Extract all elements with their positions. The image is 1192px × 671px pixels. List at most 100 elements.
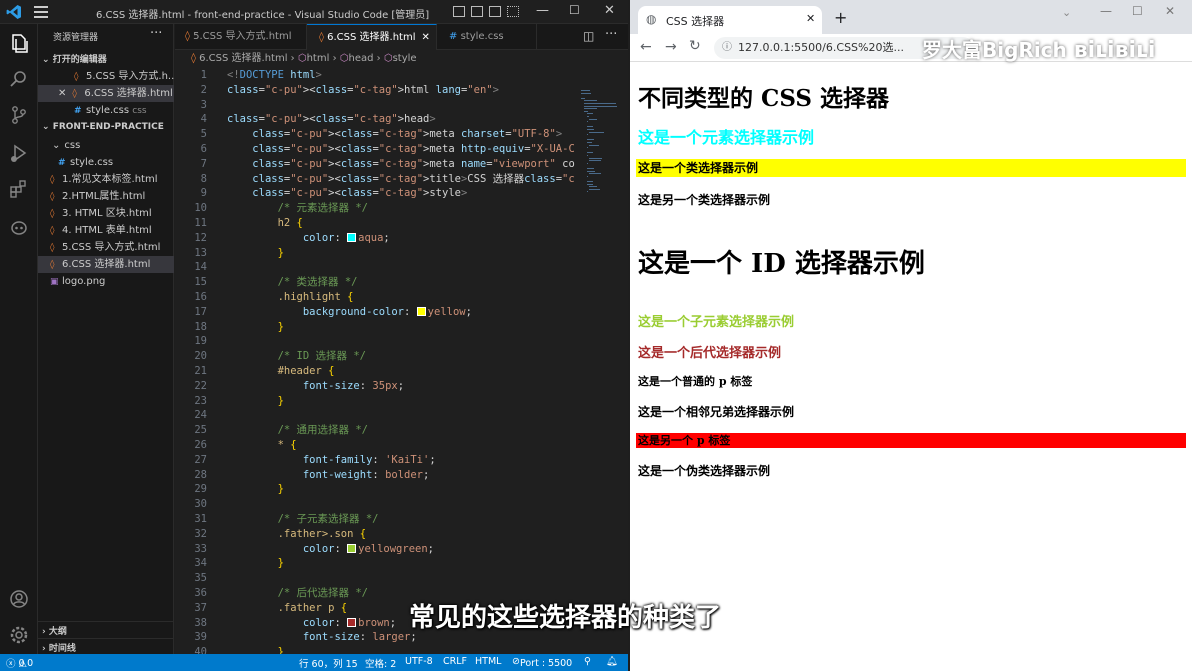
tree-item-label: 4. HTML 表单.html: [62, 225, 152, 236]
tab-search-icon[interactable]: ⌄: [1062, 6, 1071, 19]
line-number: 36: [194, 587, 207, 599]
code-line: class="c-pu"><class="c-tag">html lang="e…: [227, 83, 499, 96]
open-editor-item[interactable]: ✕ ◊ 6.CSS 选择器.html: [38, 85, 174, 102]
live-server-port[interactable]: ⊘ Port : 5500: [512, 656, 572, 669]
tab-label: style.css: [460, 31, 504, 42]
minimap-line: [586, 181, 594, 182]
code-line: /* 类选择器 */: [277, 276, 358, 289]
line-number: 35: [194, 572, 207, 585]
toggle-sidebar-icon[interactable]: [453, 6, 465, 17]
split-editor-icon[interactable]: ◫: [583, 29, 594, 43]
tree-item-label: 3. HTML 区块.html: [62, 208, 152, 219]
extensions-icon[interactable]: [8, 178, 30, 200]
run-debug-icon[interactable]: [8, 142, 30, 164]
html-file-icon: ◊: [74, 72, 79, 82]
line-ending[interactable]: CRLF: [443, 656, 467, 667]
breadcrumb-item[interactable]: style: [393, 53, 417, 64]
notifications-bell-icon[interactable]: 🔔︎: [606, 656, 618, 667]
site-info-icon[interactable]: ⓘ: [722, 37, 732, 59]
outline-section[interactable]: › 大纲: [38, 621, 174, 639]
account-icon[interactable]: [8, 588, 30, 610]
title-bar: 6.CSS 选择器.html - front-end-practice - Vi…: [0, 0, 628, 24]
close-icon[interactable]: ✕: [58, 88, 66, 99]
browser-tab[interactable]: ◍ CSS 选择器 ✕: [638, 6, 822, 34]
encoding[interactable]: UTF-8: [405, 656, 433, 667]
toggle-secondary-sidebar-icon[interactable]: [489, 6, 501, 17]
minimize-icon[interactable]: —: [536, 3, 549, 18]
reload-icon[interactable]: ↻: [689, 38, 701, 54]
open-editor-label: 6.CSS 选择器.html: [84, 88, 173, 99]
tab-css-import[interactable]: ◊ 5.CSS 导入方式.html: [175, 24, 307, 50]
minimap-line: [586, 116, 589, 117]
child-selector-demo: 这是一个子元素选择器示例: [638, 315, 795, 330]
back-arrow-icon[interactable]: ←: [640, 39, 652, 55]
code-editor[interactable]: 1 <!DOCTYPE html> 2 class="c-pu"><class="c-…: [175, 68, 575, 654]
menu-icon[interactable]: [34, 6, 48, 18]
tree-item[interactable]: ◊ 5.CSS 导入方式.html: [38, 239, 174, 256]
minimap-line: [589, 186, 598, 188]
breadcrumb: ◊ 6.CSS 选择器.html › ⬡html › ⬡head › ⬡styl…: [175, 51, 628, 67]
cursor-position[interactable]: 行 60，列 15: [299, 656, 358, 670]
tree-folder-css[interactable]: ⌄ css: [38, 137, 174, 154]
watermark-text: 罗大富BigRich: [922, 38, 1067, 62]
new-tab-icon[interactable]: +: [834, 8, 847, 27]
tree-item[interactable]: ◊ 2.HTML属性.html: [38, 188, 174, 205]
copilot-icon[interactable]: [8, 216, 30, 238]
project-label: FRONT-END-PRACTICE: [52, 122, 164, 132]
toggle-panel-icon[interactable]: [471, 6, 483, 17]
tree-item[interactable]: ◊ 4. HTML 表单.html: [38, 222, 174, 239]
breadcrumb-item[interactable]: 6.CSS 选择器.html: [199, 53, 287, 64]
code-line: h2 {: [277, 217, 303, 229]
forward-arrow-icon[interactable]: →: [665, 39, 677, 55]
line-number: 28: [194, 468, 207, 481]
line-number: 26: [194, 439, 207, 451]
explorer-sidebar: 资源管理器 ··· ⌄ 打开的编辑器 ◊ 5.CSS 导入方式.h... ✕ ◊ 6.…: [38, 24, 174, 654]
element-icon: ⬡: [297, 53, 307, 64]
tree-item[interactable]: ◊ 3. HTML 区块.html: [38, 205, 174, 222]
tree-item[interactable]: ◊ 1.常见文本标签.html: [38, 171, 174, 188]
line-number: 20: [194, 350, 207, 363]
breadcrumb-item[interactable]: head: [348, 53, 373, 64]
maximize-icon[interactable]: ☐: [569, 3, 580, 17]
minimap-line: [581, 97, 585, 99]
tree-item[interactable]: ▣ logo.png: [38, 273, 174, 290]
open-editor-item[interactable]: # style.css css: [38, 102, 174, 119]
minimap[interactable]: [577, 68, 627, 654]
code-line: color: brown;: [302, 616, 397, 629]
language-mode[interactable]: HTML: [475, 656, 501, 667]
tree-item[interactable]: # style.css: [38, 154, 174, 171]
code-line: /* 子元素选择器 */: [277, 513, 379, 525]
explorer-icon[interactable]: [8, 32, 30, 54]
maximize-icon[interactable]: ☐: [1132, 4, 1143, 18]
tab-css-selector[interactable]: ◊ 6.CSS 选择器.html ✕: [307, 24, 437, 50]
line-number: 33: [194, 542, 207, 555]
source-control-icon[interactable]: [8, 104, 30, 126]
customize-layout-icon[interactable]: [507, 6, 519, 17]
close-window-icon[interactable]: ✕: [1165, 4, 1175, 18]
settings-gear-icon[interactable]: [8, 624, 30, 646]
line-number: 34: [194, 557, 207, 570]
open-editor-item[interactable]: ◊ 5.CSS 导入方式.h...: [38, 68, 174, 85]
element-selector-demo: 这是一个元素选择器示例: [638, 128, 815, 147]
tree-item-label: style.css: [70, 157, 114, 168]
close-tab-icon[interactable]: ✕: [421, 32, 429, 43]
tab-style-css[interactable]: # style.css: [437, 24, 537, 50]
tree-item[interactable]: ◊ 6.CSS 选择器.html: [38, 256, 174, 273]
close-window-icon[interactable]: ✕: [604, 3, 615, 18]
breadcrumb-item[interactable]: html: [307, 53, 330, 64]
line-number: 15: [194, 276, 207, 289]
minimap-line: [586, 168, 594, 169]
feedback-icon[interactable]: ⚲: [584, 656, 591, 667]
indentation[interactable]: 空格: 2: [365, 656, 396, 670]
minimize-icon[interactable]: —: [1100, 4, 1112, 18]
code-line: }: [277, 246, 284, 259]
minimap-line: [586, 139, 594, 141]
more-actions-icon[interactable]: ···: [150, 26, 162, 41]
problems-indicator[interactable]: ⓧ 0 ⚠ 0: [6, 656, 33, 670]
more-actions-icon[interactable]: ···: [605, 27, 617, 42]
search-icon[interactable]: [8, 68, 30, 90]
chevron-down-icon: ⌄: [42, 55, 50, 65]
close-tab-icon[interactable]: ✕: [806, 12, 815, 25]
timeline-label: 时间线: [48, 644, 76, 654]
line-number: 22: [194, 379, 207, 392]
